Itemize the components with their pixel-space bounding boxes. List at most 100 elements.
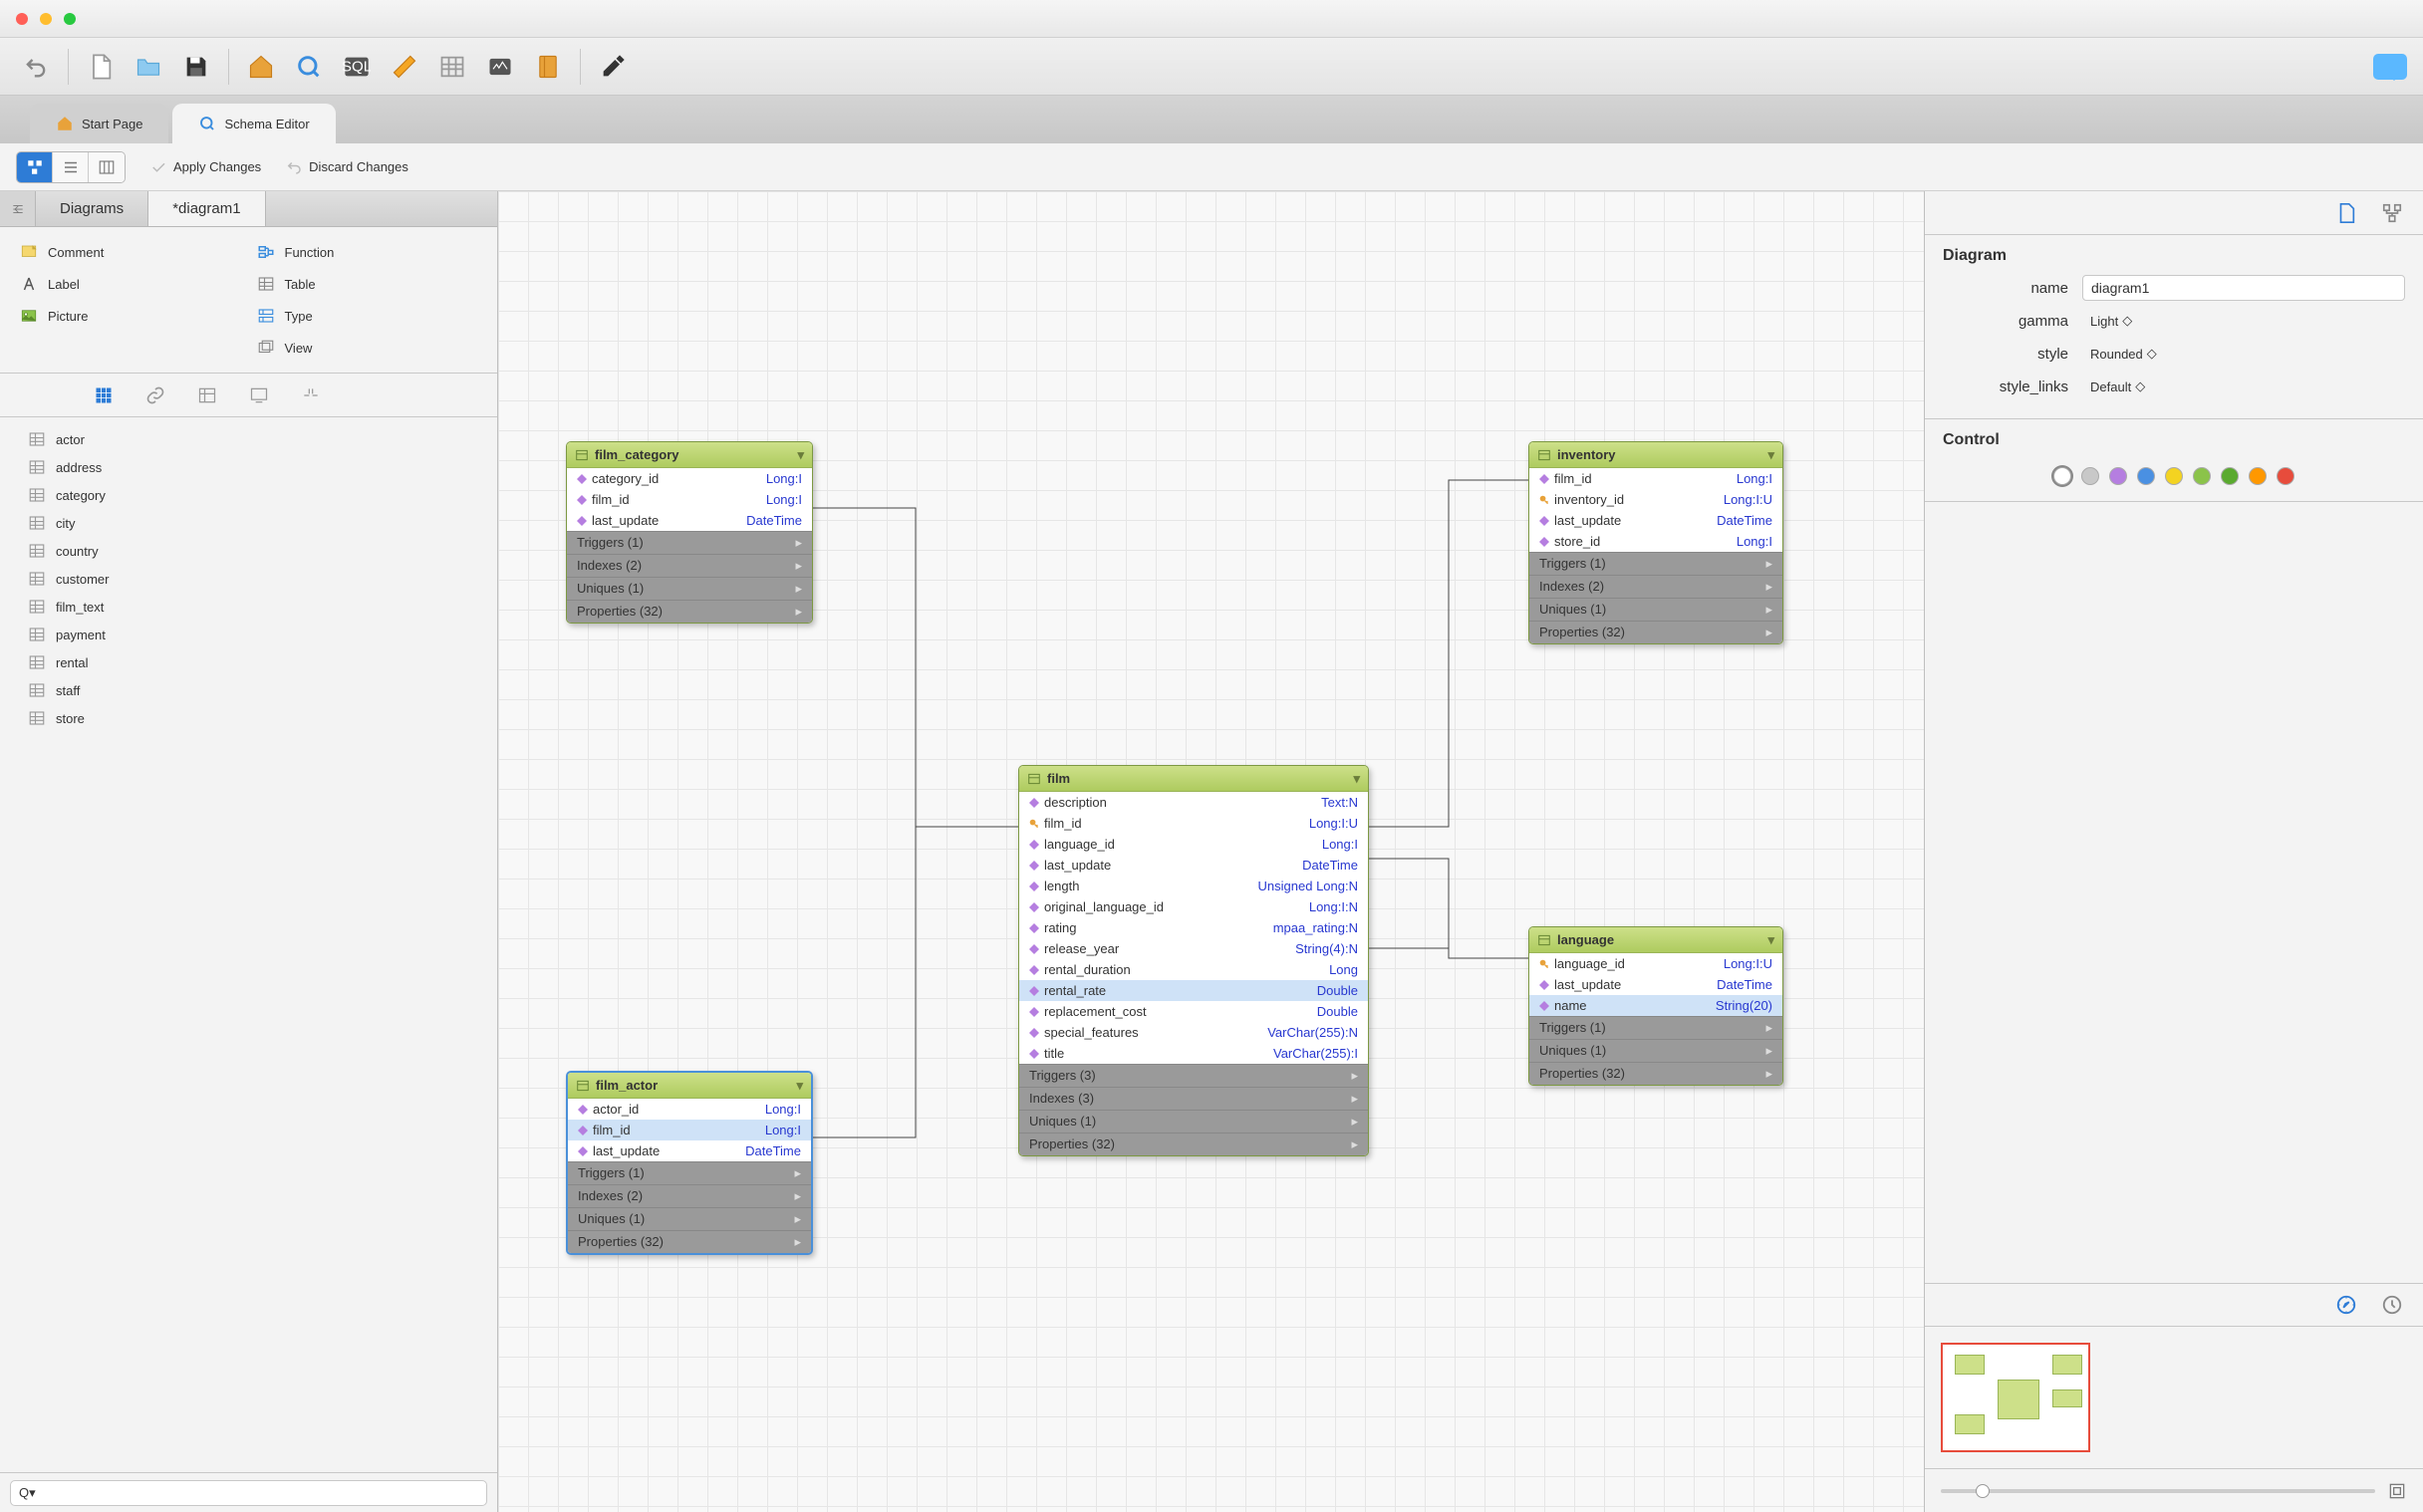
color-swatch[interactable] bbox=[2109, 467, 2127, 485]
filter-screen-icon[interactable] bbox=[247, 383, 271, 407]
open-folder-button[interactable] bbox=[129, 47, 168, 87]
table-item-customer[interactable]: customer bbox=[0, 565, 497, 593]
diagram-view-button[interactable] bbox=[17, 152, 53, 182]
field-special_features[interactable]: special_featuresVarChar(255):N bbox=[1019, 1022, 1368, 1043]
table-item-staff[interactable]: staff bbox=[0, 676, 497, 704]
navigator-history-icon[interactable] bbox=[2381, 1294, 2403, 1316]
color-swatch[interactable] bbox=[2277, 467, 2294, 485]
entity-section[interactable]: Indexes (2)▸ bbox=[568, 1184, 811, 1207]
entity-film_actor[interactable]: film_actor▾actor_idLong:Ifilm_idLong:Ila… bbox=[566, 1071, 813, 1255]
palette-label[interactable]: Label bbox=[20, 275, 241, 293]
field-last_update[interactable]: last_updateDateTime bbox=[1019, 855, 1368, 876]
entity-section[interactable]: Properties (32)▸ bbox=[1529, 621, 1782, 643]
field-language_id[interactable]: language_idLong:I:U bbox=[1529, 953, 1782, 974]
diagram-canvas[interactable]: film_category▾category_idLong:I film_idLo… bbox=[498, 191, 1925, 1512]
entity-header[interactable]: inventory▾ bbox=[1529, 442, 1782, 468]
table-item-address[interactable]: address bbox=[0, 453, 497, 481]
entity-section[interactable]: Properties (32)▸ bbox=[1529, 1062, 1782, 1085]
field-rental_duration[interactable]: rental_durationLong bbox=[1019, 959, 1368, 980]
entity-header[interactable]: language▾ bbox=[1529, 927, 1782, 953]
palette-type[interactable]: Type bbox=[257, 307, 478, 325]
field-last_update[interactable]: last_updateDateTime bbox=[1529, 510, 1782, 531]
ruler-button[interactable] bbox=[385, 47, 424, 87]
tab-start-page[interactable]: Start Page bbox=[30, 104, 168, 143]
filter-grid-icon[interactable] bbox=[92, 383, 116, 407]
entity-film_category[interactable]: film_category▾category_idLong:Ifilm_idLo… bbox=[566, 441, 813, 624]
color-swatch[interactable] bbox=[2081, 467, 2099, 485]
discard-changes-button[interactable]: Discard Changes bbox=[285, 158, 408, 176]
field-description[interactable]: descriptionText:N bbox=[1019, 792, 1368, 813]
palette-function[interactable]: Function bbox=[257, 243, 478, 261]
close-window-icon[interactable] bbox=[16, 13, 28, 25]
field-name[interactable]: nameString(20) bbox=[1529, 995, 1782, 1016]
notebook-button[interactable] bbox=[528, 47, 568, 87]
color-swatch[interactable] bbox=[2053, 467, 2071, 485]
new-file-button[interactable] bbox=[81, 47, 121, 87]
tab-current-diagram[interactable]: *diagram1 bbox=[148, 191, 265, 226]
table-item-actor[interactable]: actor bbox=[0, 425, 497, 453]
entity-section[interactable]: Uniques (1)▸ bbox=[567, 577, 812, 600]
tab-schema-editor[interactable]: Schema Editor bbox=[172, 104, 335, 143]
style-select[interactable]: Rounded◇ bbox=[2082, 341, 2405, 367]
color-swatch[interactable] bbox=[2249, 467, 2267, 485]
entity-language[interactable]: language▾language_idLong:I:Ulast_updateD… bbox=[1528, 926, 1783, 1086]
color-swatch[interactable] bbox=[2165, 467, 2183, 485]
color-swatch[interactable] bbox=[2221, 467, 2239, 485]
filter-link-icon[interactable] bbox=[143, 383, 167, 407]
field-film_id[interactable]: film_idLong:I bbox=[1529, 468, 1782, 489]
palette-comment[interactable]: Comment bbox=[20, 243, 241, 261]
entity-section[interactable]: Triggers (1)▸ bbox=[568, 1161, 811, 1184]
entity-section[interactable]: Indexes (2)▸ bbox=[567, 554, 812, 577]
entity-section[interactable]: Uniques (1)▸ bbox=[1019, 1110, 1368, 1133]
field-last_update[interactable]: last_updateDateTime bbox=[567, 510, 812, 531]
entity-section[interactable]: Properties (32)▸ bbox=[1019, 1133, 1368, 1155]
table-item-payment[interactable]: payment bbox=[0, 621, 497, 648]
field-rental_rate[interactable]: rental_rateDouble bbox=[1019, 980, 1368, 1001]
sidebar-collapse-button[interactable] bbox=[0, 191, 36, 226]
tab-diagrams[interactable]: Diagrams bbox=[36, 191, 148, 226]
zoom-window-icon[interactable] bbox=[64, 13, 76, 25]
field-original_language_id[interactable]: original_language_idLong:I:N bbox=[1019, 896, 1368, 917]
column-view-button[interactable] bbox=[89, 152, 125, 182]
field-last_update[interactable]: last_updateDateTime bbox=[568, 1140, 811, 1161]
field-last_update[interactable]: last_updateDateTime bbox=[1529, 974, 1782, 995]
entity-header[interactable]: film_category▾ bbox=[567, 442, 812, 468]
field-language_id[interactable]: language_idLong:I bbox=[1019, 834, 1368, 855]
diagram-name-input[interactable] bbox=[2082, 275, 2405, 301]
entity-inventory[interactable]: inventory▾film_idLong:Iinventory_idLong:… bbox=[1528, 441, 1783, 644]
table-item-film_text[interactable]: film_text bbox=[0, 593, 497, 621]
filter-expand-icon[interactable] bbox=[299, 383, 323, 407]
color-swatch[interactable] bbox=[2193, 467, 2211, 485]
entity-header[interactable]: film_actor▾ bbox=[568, 1073, 811, 1099]
filter-table-icon[interactable] bbox=[195, 383, 219, 407]
search-input[interactable]: Q▾ bbox=[10, 1480, 487, 1506]
field-length[interactable]: lengthUnsigned Long:N bbox=[1019, 876, 1368, 896]
gamma-select[interactable]: Light◇ bbox=[2082, 308, 2405, 334]
field-category_id[interactable]: category_idLong:I bbox=[567, 468, 812, 489]
save-button[interactable] bbox=[176, 47, 216, 87]
entity-section[interactable]: Triggers (1)▸ bbox=[1529, 1016, 1782, 1039]
table-item-category[interactable]: category bbox=[0, 481, 497, 509]
monitor-button[interactable] bbox=[480, 47, 520, 87]
eyedropper-button[interactable] bbox=[593, 47, 633, 87]
field-replacement_cost[interactable]: replacement_costDouble bbox=[1019, 1001, 1368, 1022]
table-item-city[interactable]: city bbox=[0, 509, 497, 537]
table-item-country[interactable]: country bbox=[0, 537, 497, 565]
inspector-tree-icon[interactable] bbox=[2381, 202, 2403, 224]
entity-section[interactable]: Uniques (1)▸ bbox=[568, 1207, 811, 1230]
field-rating[interactable]: ratingmpaa_rating:N bbox=[1019, 917, 1368, 938]
palette-picture[interactable]: Picture bbox=[20, 307, 241, 325]
field-film_id[interactable]: film_idLong:I:U bbox=[1019, 813, 1368, 834]
palette-table[interactable]: Table bbox=[257, 275, 478, 293]
undo-button[interactable] bbox=[16, 47, 56, 87]
entity-film[interactable]: film▾descriptionText:Nfilm_idLong:I:Ulan… bbox=[1018, 765, 1369, 1156]
schema-editor-button[interactable] bbox=[289, 47, 329, 87]
entity-section[interactable]: Properties (32)▸ bbox=[568, 1230, 811, 1253]
navigator-compass-icon[interactable] bbox=[2335, 1294, 2357, 1316]
minimap[interactable] bbox=[1925, 1327, 2423, 1468]
table-item-rental[interactable]: rental bbox=[0, 648, 497, 676]
palette-view[interactable]: View bbox=[257, 339, 478, 357]
inspector-page-icon[interactable] bbox=[2335, 202, 2357, 224]
entity-section[interactable]: Uniques (1)▸ bbox=[1529, 1039, 1782, 1062]
minimize-window-icon[interactable] bbox=[40, 13, 52, 25]
